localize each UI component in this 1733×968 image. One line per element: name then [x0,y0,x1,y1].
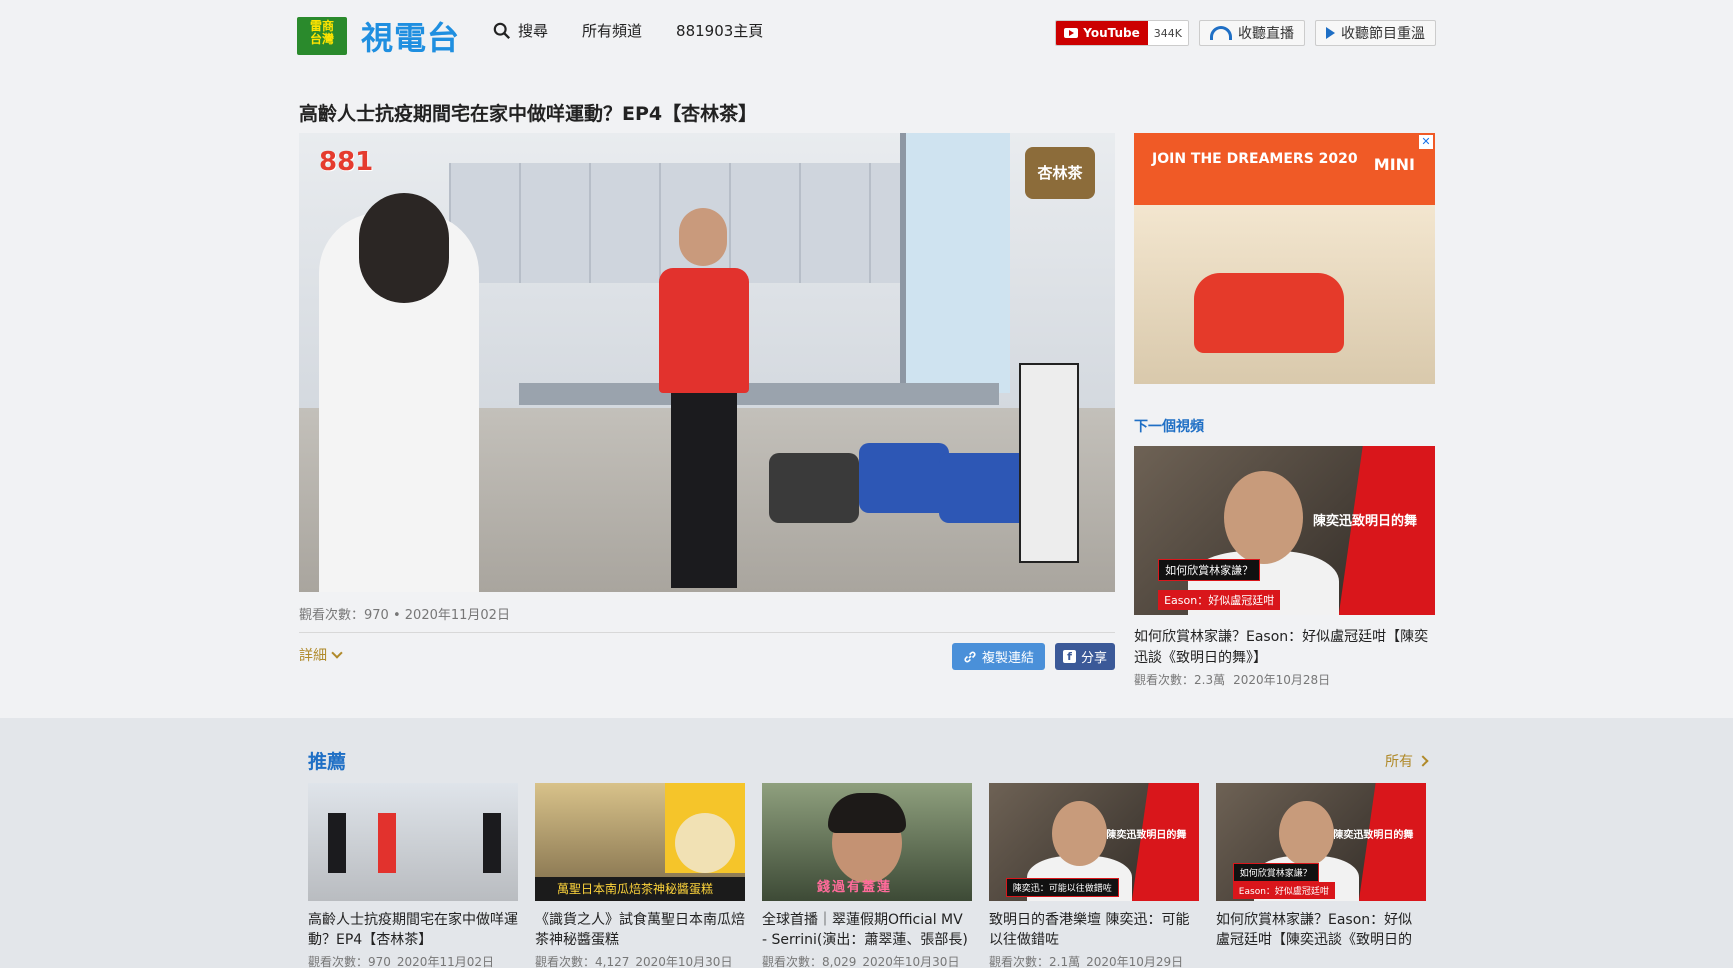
view-count: 觀看次數：970 [299,608,389,623]
ad-headline: JOIN THE DREAMERS 2020 [1152,151,1358,167]
site-logo[interactable]: 雷商 台灣 視電台 [297,13,460,59]
list-item[interactable]: 陳奕迅致明日的舞 如何欣賞林家謙？ Eason：好似盧冠廷咁 如何欣賞林家謙？E… [1216,783,1426,968]
ad-brand: MINI [1373,155,1415,174]
video-title: 高齡人士抗疫期間宅在家中做咩運動？EP4【杏林茶】 [299,103,758,125]
publish-date: 2020年11月02日 [404,608,510,623]
video-thumbnail[interactable] [308,783,518,901]
facebook-icon: f [1062,650,1076,663]
video-thumbnail[interactable]: 陳奕迅致明日的舞 陳奕迅：可能以往做錯咗 [989,783,1199,901]
logo-badge: 雷商 台灣 [297,17,347,55]
play-icon [1326,27,1335,39]
video-title[interactable]: 致明日的香港樂壇 陳奕迅：可能以往做錯咗 [989,910,1199,950]
next-video-label: 下一個視頻 [1134,419,1204,435]
recommendation-title: 推薦 [308,751,347,773]
nav-search-label: 搜尋 [518,22,549,40]
divider [299,632,1115,633]
video-title[interactable]: 《識貨之人》試食萬聖日本南瓜焙茶神秘醬蛋糕 [535,910,745,950]
youtube-icon [1064,28,1079,38]
video-player[interactable]: 881 杏林茶 [299,133,1115,592]
video-title[interactable]: 全球首播｜翠蓮假期Official MV - Serrini(演出：蕭翠蓮、張部… [762,910,972,950]
search-icon [493,22,511,39]
chevron-down-icon [331,647,343,659]
replay-button[interactable]: 收聽節目重溫 [1315,20,1436,46]
channel-watermark: 881 [319,147,374,177]
next-video-meta: 觀看次數：2.3萬 2020年10月28日 [1134,673,1331,687]
ad-car-image [1194,273,1344,353]
video-title[interactable]: 高齡人士抗疫期間宅在家中做咩運動？EP4【杏林茶】 [308,910,518,950]
youtube-button[interactable]: YouTube [1056,21,1148,45]
advertisement[interactable]: JOIN THE DREAMERS 2020 MINI ✕ [1134,133,1435,384]
copy-link-button[interactable]: 複製連結 [952,643,1045,670]
video-thumbnail[interactable]: 錢過有蓋蓮 [762,783,972,901]
site-header: 雷商 台灣 視電台 搜尋 所有頻道 881903主頁 YouTube 344K [0,0,1733,62]
nav-all-channels[interactable]: 所有頻道 [582,20,642,41]
listen-live-button[interactable]: 收聽直播 [1199,20,1305,46]
video-meta: 觀看次數：970 2020年11月02日 [308,955,494,968]
video-title[interactable]: 如何欣賞林家謙？Eason：好似盧冠廷咁【陳奕迅談《致明日的舞》】 [1216,910,1426,950]
header-actions: YouTube 344K 收聽直播 收聽節目重溫 [1055,20,1436,46]
nav-881903-home[interactable]: 881903主頁 [676,20,763,41]
video-meta: 觀看次數：970 • 2020年11月02日 [299,608,510,623]
list-item[interactable]: 陳奕迅致明日的舞 陳奕迅：可能以往做錯咗 致明日的香港樂壇 陳奕迅：可能以往做錯… [989,783,1199,968]
recommendation-list: 高齡人士抗疫期間宅在家中做咩運動？EP4【杏林茶】 觀看次數：970 2020年… [308,783,1426,968]
video-meta: 觀看次數：8,029 2020年10月30日 [762,955,960,968]
sponsor-watermark: 杏林茶 [1025,147,1095,199]
main-nav: 搜尋 所有頻道 881903主頁 [493,20,763,41]
view-all-link[interactable]: 所有 [1385,751,1429,771]
video-thumbnail[interactable]: 陳奕迅致明日的舞 如何欣賞林家謙？ Eason：好似盧冠廷咁 [1216,783,1426,901]
list-item[interactable]: 萬聖日本南瓜焙茶神秘醬蛋糕 《識貨之人》試食萬聖日本南瓜焙茶神秘醬蛋糕 觀看次數… [535,783,745,968]
details-toggle[interactable]: 詳細 [299,645,343,665]
youtube-subscribe[interactable]: YouTube 344K [1055,20,1189,46]
chevron-right-icon [1417,755,1429,767]
next-video-thumbnail[interactable]: 陳奕迅致明日的舞 如何欣賞林家謙？ Eason：好似盧冠廷咁 [1134,446,1435,615]
link-icon [964,651,976,662]
next-video-title[interactable]: 如何欣賞林家謙？Eason：好似盧冠廷咁【陳奕迅談《致明日的舞》】 [1134,627,1435,669]
list-item[interactable]: 高齡人士抗疫期間宅在家中做咩運動？EP4【杏林茶】 觀看次數：970 2020年… [308,783,518,968]
ad-close-icon[interactable]: ✕ [1419,135,1433,149]
video-meta: 觀看次數：2.1萬 2020年10月29日 [989,955,1184,968]
facebook-share-button[interactable]: f 分享 [1055,643,1115,670]
youtube-subscriber-count: 344K [1147,21,1188,45]
video-meta: 觀看次數：4,127 2020年10月30日 [535,955,733,968]
logo-text: 視電台 [361,19,461,57]
list-item[interactable]: 錢過有蓋蓮 全球首播｜翠蓮假期Official MV - Serrini(演出：… [762,783,972,968]
nav-search[interactable]: 搜尋 [493,20,548,41]
headphones-icon [1210,26,1232,40]
video-thumbnail[interactable]: 萬聖日本南瓜焙茶神秘醬蛋糕 [535,783,745,901]
